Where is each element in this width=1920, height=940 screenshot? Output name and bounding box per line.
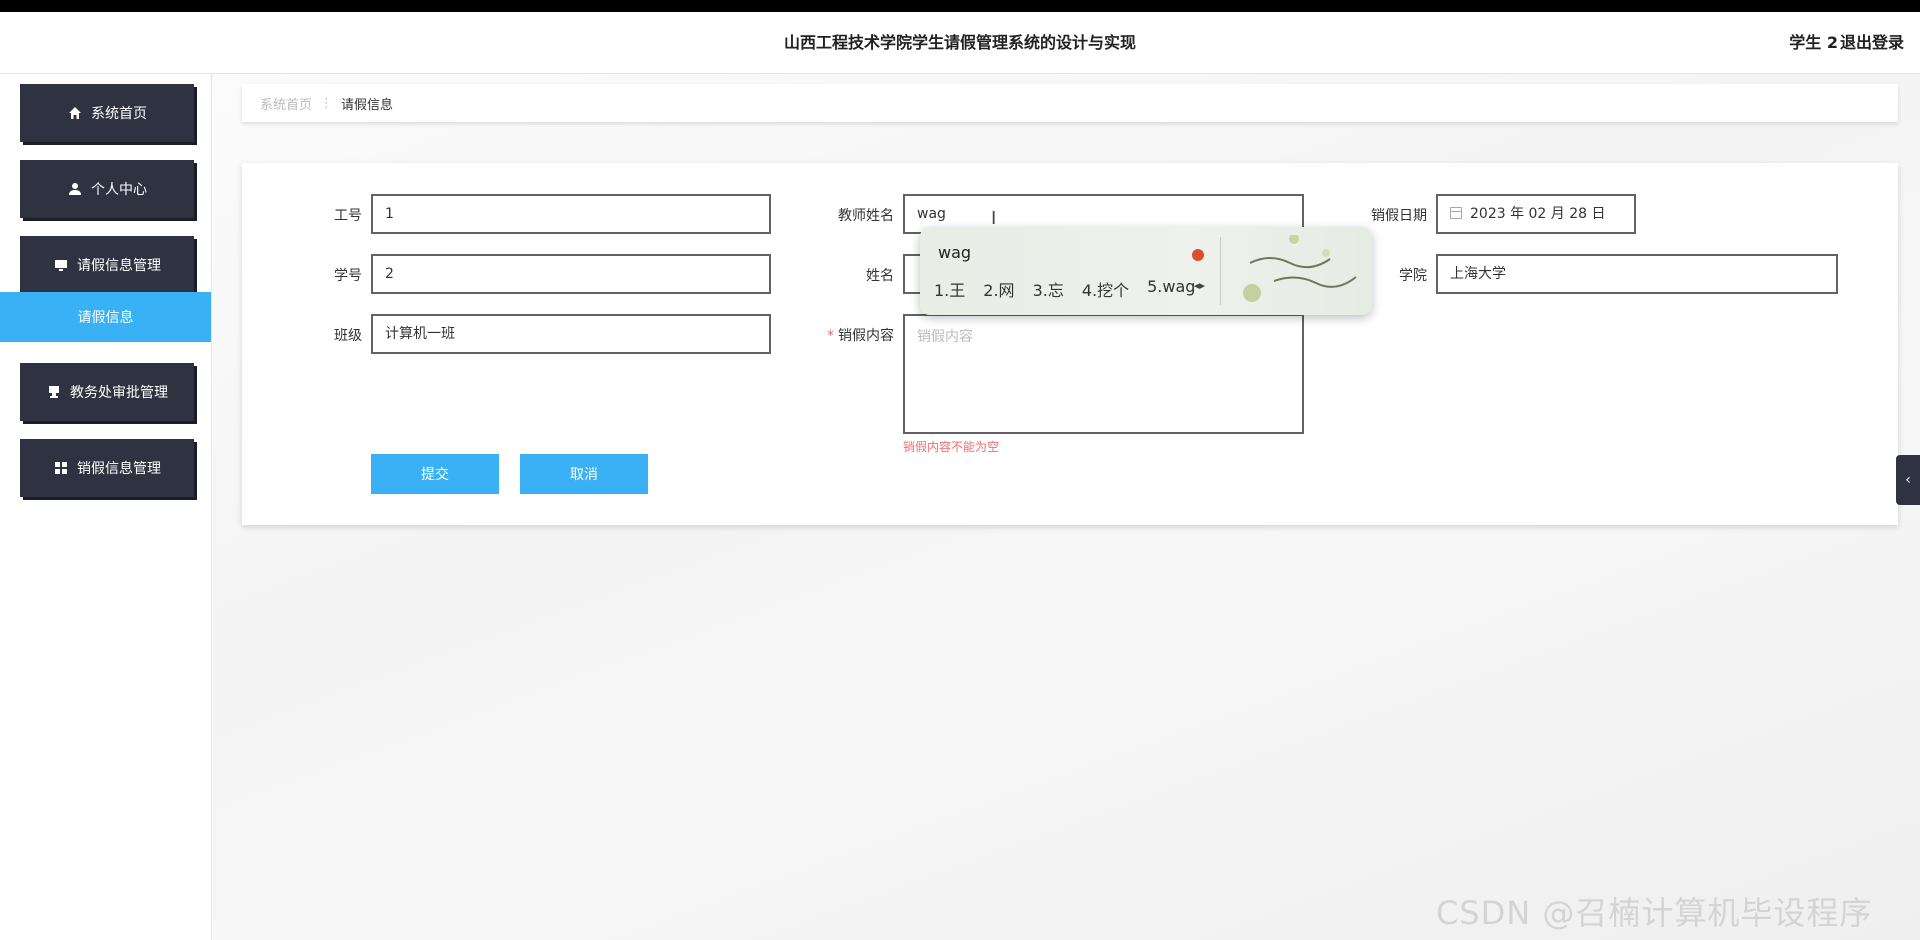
sidebar-item-approval[interactable]: 教务处审批管理 — [20, 363, 194, 421]
sidebar-item-leave-mgmt[interactable]: 请假信息管理 — [20, 236, 194, 294]
teacher-name-label: 教师姓名 — [838, 208, 894, 224]
sidebar-item-profile[interactable]: 个人中心 — [20, 160, 194, 218]
xuehao-label: 学号 — [334, 268, 362, 284]
ime-candidate[interactable]: 2.网 — [983, 277, 1014, 301]
content-textarea[interactable]: 销假内容 — [903, 314, 1304, 434]
breadcrumb-current: 请假信息 — [341, 97, 394, 113]
stamp-icon — [46, 384, 62, 400]
sidebar-subitem-leave-info[interactable]: 请假信息 — [0, 292, 211, 342]
collapse-panel-button[interactable]: ‹ — [1896, 455, 1920, 505]
ime-candidate[interactable]: 3.忘 — [1033, 277, 1064, 301]
sidebar-item-label: 请假信息管理 — [77, 258, 161, 274]
sidebar: 系统首页 个人中心 请假信息管理 请假信息 教务处审批管理 销假信息管理 — [0, 74, 212, 940]
home-icon — [67, 105, 83, 121]
ime-candidate[interactable]: 5.wag — [1147, 277, 1195, 301]
name-label: 姓名 — [866, 268, 894, 284]
required-mark: * — [827, 328, 834, 344]
calendar-icon — [1450, 207, 1462, 219]
current-user: 学生 2 — [1789, 33, 1838, 52]
gonghao-label: 工号 — [334, 208, 362, 224]
breadcrumb: 系统首页 ⋮ 请假信息 — [242, 84, 1898, 122]
watermark: CSDN @召楠计算机毕设程序 — [1436, 894, 1873, 932]
leave-form-card: 工号 1 教师姓名 wag 销假日期 2023 年 02 月 28 日 学号 2… — [242, 163, 1898, 525]
ime-composition: wag — [938, 243, 972, 262]
date-picker[interactable]: 2023 年 02 月 28 日 — [1436, 194, 1636, 234]
ime-logo-icon — [1192, 249, 1204, 261]
sidebar-item-label: 教务处审批管理 — [70, 385, 168, 401]
cancel-button[interactable]: 取消 — [520, 454, 648, 494]
sidebar-item-label: 系统首页 — [91, 106, 147, 122]
content-error: 销假内容不能为空 — [903, 440, 1000, 454]
monitor-icon — [53, 257, 69, 273]
ime-page-arrows-icon[interactable]: ◂▸ — [1194, 279, 1205, 292]
ime-candidate[interactable]: 4.挖个 — [1082, 277, 1129, 301]
text-cursor-icon: I — [991, 208, 997, 229]
ime-candidate[interactable]: 1.王 — [934, 277, 965, 301]
date-label: 销假日期 — [1371, 208, 1427, 224]
college-input[interactable]: 上海大学 — [1436, 254, 1838, 294]
ime-candidate-popup: wag 1.王 2.网 3.忘 4.挖个 5.wag ◂▸ — [920, 227, 1372, 315]
content-label: * 销假内容 — [774, 325, 894, 345]
top-strip — [0, 0, 1920, 12]
class-input[interactable]: 计算机一班 — [371, 314, 771, 354]
sidebar-item-cancel-leave[interactable]: 销假信息管理 — [20, 439, 194, 497]
date-value: 2023 年 02 月 28 日 — [1470, 206, 1606, 222]
app-title: 山西工程技术学院学生请假管理系统的设计与实现 — [783, 33, 1136, 52]
user-icon — [67, 181, 83, 197]
ime-divider — [1220, 237, 1221, 305]
gonghao-input[interactable]: 1 — [371, 194, 771, 234]
submit-button[interactable]: 提交 — [371, 454, 499, 494]
breadcrumb-separator: ⋮ — [320, 95, 334, 111]
grid-icon — [53, 460, 69, 476]
breadcrumb-home[interactable]: 系统首页 — [260, 94, 312, 113]
sidebar-item-label: 销假信息管理 — [77, 461, 161, 477]
ime-candidates: 1.王 2.网 3.忘 4.挖个 5.wag — [934, 277, 1195, 301]
content-label-text: 销假内容 — [838, 328, 894, 344]
class-label: 班级 — [334, 328, 362, 344]
app-header: 山西工程技术学院学生请假管理系统的设计与实现 学生 2 退出登录 — [0, 12, 1920, 74]
logout-link[interactable]: 退出登录 — [1840, 12, 1904, 74]
xuehao-input[interactable]: 2 — [371, 254, 771, 294]
sidebar-item-home[interactable]: 系统首页 — [20, 84, 194, 142]
sidebar-item-label: 个人中心 — [91, 182, 147, 198]
ime-skin-decoration — [1243, 235, 1357, 302]
